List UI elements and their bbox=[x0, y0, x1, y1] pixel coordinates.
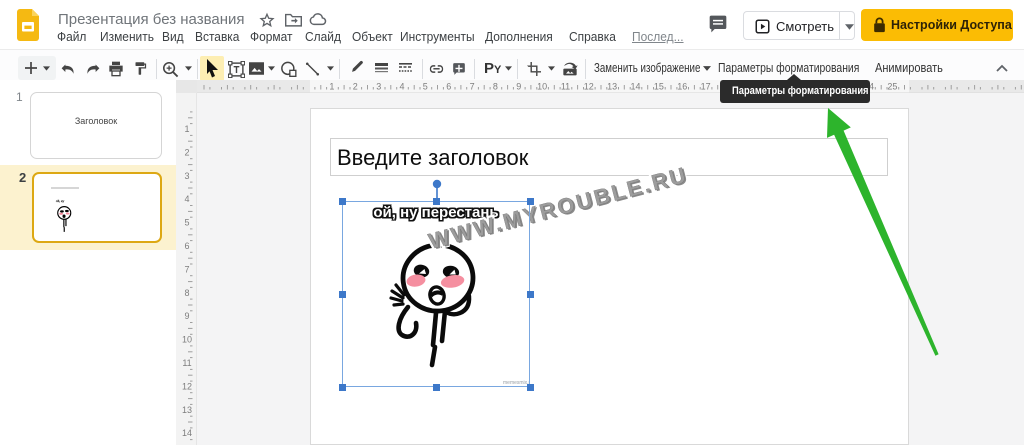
svg-text:4: 4 bbox=[184, 194, 189, 204]
svg-text:7: 7 bbox=[470, 82, 475, 92]
svg-text:15: 15 bbox=[654, 82, 664, 92]
svg-text:ой, ну: ой, ну bbox=[56, 199, 65, 203]
svg-text:10: 10 bbox=[182, 335, 192, 345]
svg-text:16: 16 bbox=[677, 82, 687, 92]
svg-text:14: 14 bbox=[182, 428, 192, 438]
svg-text:9: 9 bbox=[184, 311, 189, 321]
svg-text:1: 1 bbox=[184, 124, 189, 134]
svg-text:3: 3 bbox=[376, 82, 381, 92]
svg-text:9: 9 bbox=[516, 82, 521, 92]
svg-text:3: 3 bbox=[184, 171, 189, 181]
svg-text:1: 1 bbox=[329, 82, 334, 92]
svg-text:10: 10 bbox=[537, 82, 547, 92]
svg-text:7: 7 bbox=[184, 264, 189, 274]
svg-text:13: 13 bbox=[607, 82, 617, 92]
svg-text:2: 2 bbox=[353, 82, 358, 92]
svg-text:17: 17 bbox=[701, 82, 711, 92]
svg-text:13: 13 bbox=[182, 405, 192, 415]
svg-text:5: 5 bbox=[423, 82, 428, 92]
svg-text:6: 6 bbox=[446, 82, 451, 92]
svg-text:6: 6 bbox=[184, 241, 189, 251]
svg-text:12: 12 bbox=[182, 381, 192, 391]
svg-text:12: 12 bbox=[584, 82, 594, 92]
svg-text:25: 25 bbox=[887, 82, 897, 92]
svg-text:8: 8 bbox=[493, 82, 498, 92]
svg-text:11: 11 bbox=[561, 82, 570, 92]
svg-text:14: 14 bbox=[630, 82, 640, 92]
svg-text:4: 4 bbox=[399, 82, 404, 92]
svg-text:2: 2 bbox=[184, 147, 189, 157]
svg-text:11: 11 bbox=[182, 358, 191, 368]
svg-text:5: 5 bbox=[184, 218, 189, 228]
svg-text:8: 8 bbox=[184, 288, 189, 298]
